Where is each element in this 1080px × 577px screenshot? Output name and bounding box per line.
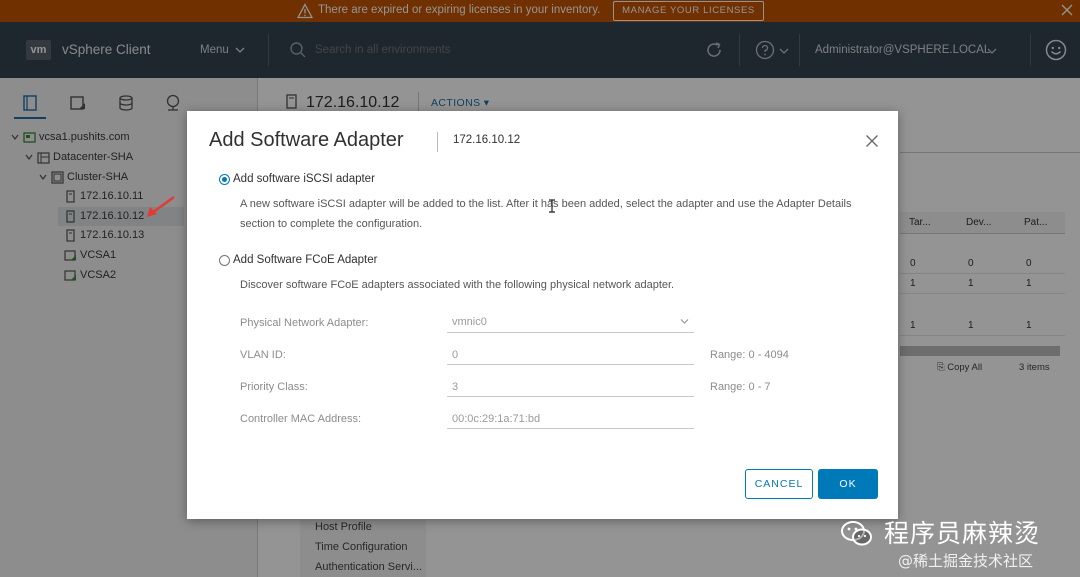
fcoe-option-label[interactable]: Add Software FCoE Adapter <box>233 254 377 266</box>
watermark-title: 程序员麻辣烫 <box>884 519 1041 548</box>
fcoe-radio[interactable] <box>219 255 230 266</box>
vlan-range: Range: 0 - 4094 <box>710 349 789 361</box>
text-cursor-icon <box>549 199 555 213</box>
wechat-icon <box>841 521 872 546</box>
physical-adapter-select[interactable]: vmnic0 <box>447 313 694 333</box>
dialog-subtitle: 172.16.10.12 <box>453 134 521 146</box>
cancel-button[interactable]: CANCEL <box>745 469 813 499</box>
vlan-id-label: VLAN ID: <box>240 349 286 361</box>
mac-address-label: Controller MAC Address: <box>240 413 362 425</box>
dialog-title: Add Software Adapter <box>209 129 404 151</box>
ok-button[interactable]: OK <box>818 469 878 499</box>
iscsi-radio[interactable] <box>219 174 230 185</box>
watermark-subtitle: @稀土掘金技术社区 <box>898 552 1034 570</box>
physical-adapter-value: vmnic0 <box>452 316 487 328</box>
priority-class-label: Priority Class: <box>240 381 308 393</box>
vlan-id-input[interactable] <box>447 345 694 365</box>
priority-range: Range: 0 - 7 <box>710 381 771 393</box>
watermark: 程序员麻辣烫 @稀土掘金技术社区 <box>840 512 1070 574</box>
physical-adapter-label: Physical Network Adapter: <box>240 317 369 329</box>
add-software-adapter-dialog: Add Software Adapter 172.16.10.12 Add so… <box>187 111 898 519</box>
iscsi-option-label[interactable]: Add software iSCSI adapter <box>233 173 375 185</box>
fcoe-description: Discover software FCoE adapters associat… <box>240 279 675 291</box>
mac-address-input[interactable] <box>447 409 694 429</box>
dialog-title-divider <box>437 132 438 152</box>
priority-class-input[interactable] <box>447 377 694 397</box>
annotation-arrow-icon <box>147 196 175 217</box>
close-icon[interactable] <box>865 134 879 148</box>
chevron-down-icon <box>680 319 689 324</box>
